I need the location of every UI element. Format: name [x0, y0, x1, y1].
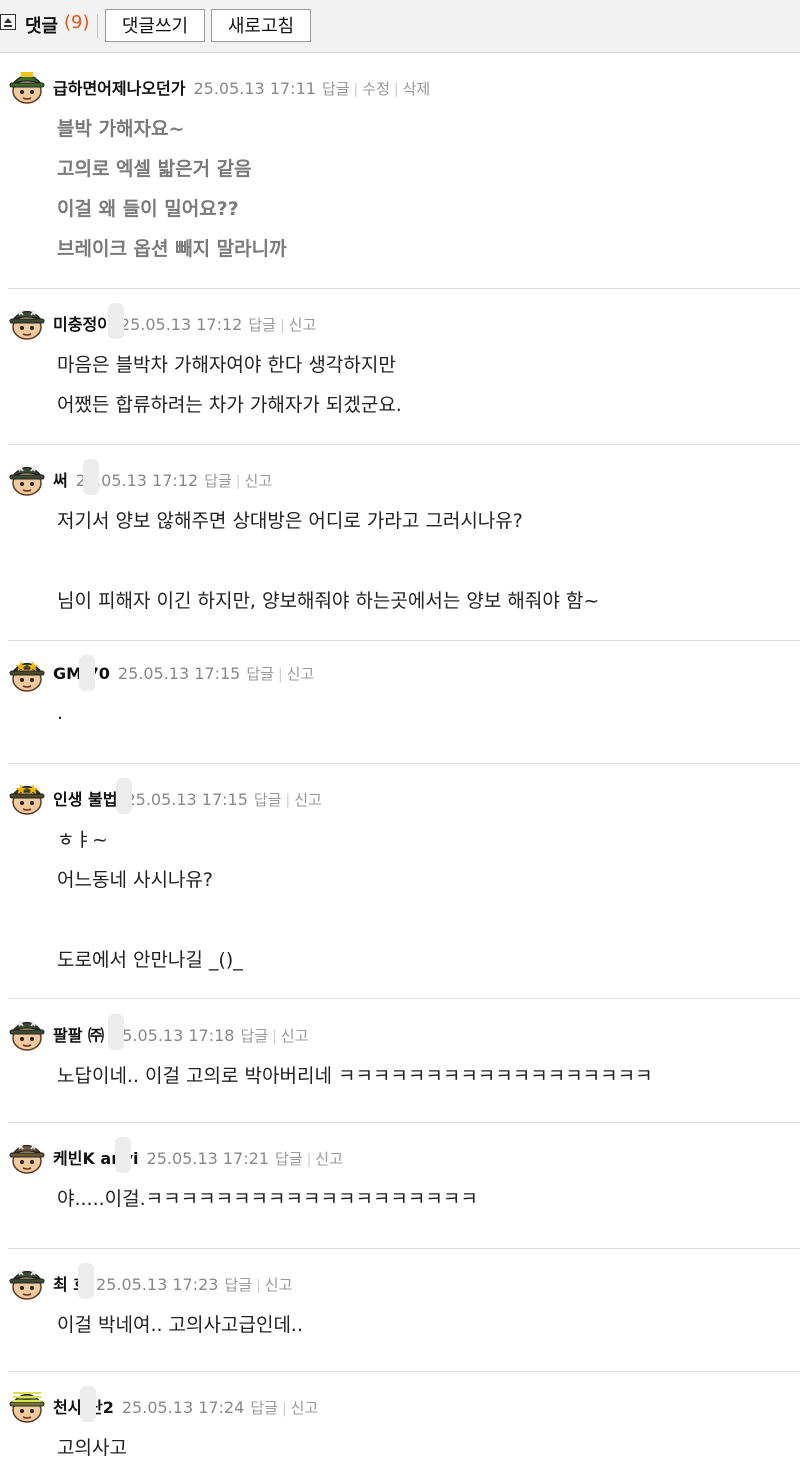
report-link[interactable]: 신고	[291, 1399, 319, 1417]
comment-meta: 팔팔 ㈜ 25.05.13 17:18 답글 | 신고	[53, 1022, 308, 1046]
comment-text: 님이 피해자 이긴 하지만, 양보해줘야 하는곳에서는 양보 해줘야 함~	[57, 590, 600, 612]
comment-meta: 케빈K anyi 25.05.13 17:21 답글 | 신고	[53, 1145, 343, 1169]
reply-link[interactable]: 답글	[248, 316, 276, 334]
comments-header: 댓글 (9) 댓글쓰기 새로고침	[0, 0, 800, 53]
report-link[interactable]: 신고	[245, 472, 273, 490]
action-separator: |	[277, 667, 283, 683]
report-link[interactable]: 신고	[289, 316, 317, 334]
comment-text: ㅎㅑ~	[57, 829, 108, 851]
action-separator: |	[256, 1278, 261, 1294]
comment-divider	[8, 1122, 800, 1123]
action-separator: |	[393, 82, 399, 98]
nickname-redaction	[80, 1386, 96, 1422]
reply-link[interactable]: 답글	[224, 1276, 252, 1294]
nickname-redaction	[108, 1014, 124, 1050]
comment-divider	[8, 288, 800, 289]
nickname-redaction	[115, 1137, 131, 1173]
comment-text: 브레이크 옵션 빼지 말라니까	[57, 238, 287, 260]
comment-divider	[8, 763, 800, 764]
reply-link[interactable]: 답글	[240, 1027, 268, 1045]
comment-divider	[8, 1248, 800, 1249]
nickname-redaction	[83, 459, 99, 495]
refresh-button[interactable]: 새로고침	[211, 9, 311, 42]
action-separator: |	[285, 793, 291, 809]
report-link[interactable]: 신고	[294, 791, 322, 809]
reply-link[interactable]: 답글	[204, 472, 232, 490]
reservist-avatar-icon[interactable]	[8, 1386, 46, 1424]
report-link[interactable]: 신고	[315, 1150, 343, 1168]
write-comment-button[interactable]: 댓글쓰기	[105, 9, 205, 42]
comment-date: 25.05.13 17:18	[112, 1026, 235, 1045]
reply-link[interactable]: 답글	[322, 80, 350, 98]
comments-title: 댓글	[25, 16, 59, 37]
comment-meta: 급하면어제나오던가 25.05.13 17:11 답글 | 수정 | 삭제	[53, 75, 430, 99]
comment-count: (9)	[64, 12, 90, 33]
delete-link[interactable]: 삭제	[403, 80, 431, 98]
action-separator: |	[272, 1029, 277, 1045]
comment-text: 도로에서 안만나길 _()_	[57, 949, 243, 971]
comment-text: 저기서 양보 않해주면 상대방은 어디로 가라고 그러시나유?	[57, 510, 523, 532]
action-separator: |	[353, 82, 359, 98]
comment-date: 25.05.13 17:12	[119, 315, 243, 334]
comment-text: 마음은 블박차 가해자여야 한다 생각하지만	[57, 354, 396, 376]
collapse-toggle-icon[interactable]	[0, 14, 16, 30]
comment-date: 25.05.13 17:21	[146, 1149, 269, 1168]
comment-text: 야.....이걸.ㅋㅋㅋㅋㅋㅋㅋㅋㅋㅋㅋㅋㅋㅋㅋㅋㅋㅋㅋ	[57, 1188, 478, 1210]
comment-text: 어쨌든 합류하려는 차가 가해자가 되겠군요.	[57, 394, 402, 416]
action-separator: |	[279, 318, 285, 334]
comment-text: 어느동네 사시나유?	[57, 869, 213, 891]
comment-divider	[8, 998, 800, 999]
comment-meta: 미충정이 25.05.13 17:12 답글 | 신고	[53, 311, 316, 335]
comment-text: 블박 가해자요~	[57, 118, 185, 140]
soldier-avatar-icon[interactable]	[8, 1014, 46, 1052]
edit-link[interactable]: 수정	[362, 80, 390, 98]
comment-text: 고의사고	[57, 1437, 127, 1459]
comment-nickname[interactable]: 인생 불법	[53, 790, 117, 809]
comment-date: 25.05.13 17:23	[96, 1275, 219, 1294]
soldier-avatar-icon[interactable]	[8, 459, 46, 497]
report-link[interactable]: 신고	[281, 1027, 309, 1045]
comment-date: 25.05.13 17:15	[117, 664, 241, 683]
comment-text: 이걸 왜 들이 밀어요??	[57, 198, 239, 220]
action-separator: |	[281, 1401, 287, 1417]
nickname-redaction	[116, 778, 132, 814]
star-officer-avatar-icon[interactable]	[8, 655, 46, 693]
comment-text: .	[57, 702, 64, 724]
comment-nickname[interactable]: 미충정이	[53, 315, 112, 334]
comment-date: 25.05.13 17:11	[193, 79, 316, 98]
comment-text: 고의로 엑셀 밟은거 같음	[57, 158, 252, 180]
comment-text: 노답이네.. 이걸 고의로 박아버리네 ㅋㅋㅋㅋㅋㅋㅋㅋㅋㅋㅋㅋㅋㅋㅋㅋㅋㅋ	[57, 1065, 653, 1087]
soldier-avatar-icon[interactable]	[8, 1263, 46, 1301]
comment-date: 25.05.13 17:15	[125, 790, 248, 809]
comment-nickname[interactable]: 급하면어제나오던가	[53, 79, 185, 98]
action-separator: |	[306, 1152, 312, 1168]
trainee-avatar-icon[interactable]	[8, 1137, 46, 1175]
reply-link[interactable]: 답글	[250, 1399, 278, 1417]
nickname-redaction	[79, 655, 95, 691]
report-link[interactable]: 신고	[287, 665, 315, 683]
general-avatar-icon[interactable]	[8, 67, 46, 105]
comment-meta: 인생 불법 25.05.13 17:15 답글 | 신고	[53, 786, 322, 810]
comment-text: 이걸 박네여.. 고의사고급인데..	[57, 1314, 303, 1336]
reply-link[interactable]: 답글	[254, 791, 282, 809]
nickname-redaction	[108, 303, 124, 339]
comment-divider	[8, 1371, 800, 1372]
star-officer-avatar-icon[interactable]	[8, 778, 46, 816]
report-link[interactable]: 신고	[265, 1276, 293, 1294]
comment-nickname[interactable]: 써	[53, 471, 68, 490]
soldier-avatar-icon[interactable]	[8, 303, 46, 341]
nickname-redaction	[78, 1263, 94, 1299]
comment-date: 25.05.13 17:24	[121, 1398, 245, 1417]
comment-nickname[interactable]: 팔팔 ㈜	[53, 1026, 104, 1045]
header-divider	[97, 14, 98, 38]
comment-divider	[8, 444, 800, 445]
comment-divider	[8, 640, 800, 641]
reply-link[interactable]: 답글	[275, 1150, 303, 1168]
action-separator: |	[235, 474, 241, 490]
reply-link[interactable]: 답글	[246, 665, 274, 683]
